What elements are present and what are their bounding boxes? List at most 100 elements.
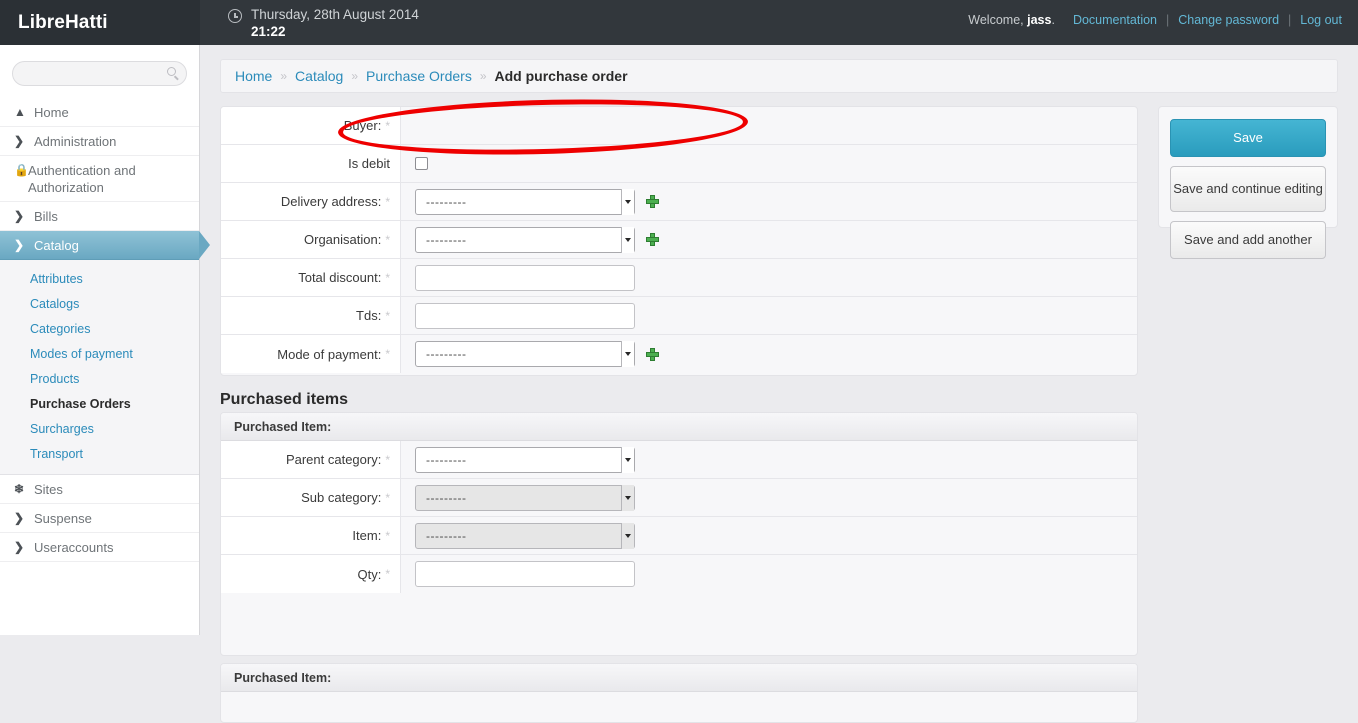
sidebar-item-catalog[interactable]: ❯ Catalog <box>0 231 210 260</box>
sub-category-select[interactable]: --------- <box>415 484 635 511</box>
required-marker: * <box>385 452 390 467</box>
logout-link[interactable]: Log out <box>1300 13 1342 27</box>
search-input[interactable] <box>13 62 186 85</box>
main-content: Home » Catalog » Purchase Orders » Add p… <box>200 45 1358 723</box>
form-row-total-discount: Total discount: * <box>221 259 1137 297</box>
search-box[interactable] <box>12 61 187 86</box>
form-row-tds: Tds: * <box>221 297 1137 335</box>
sidebar-subitem-products[interactable]: Products <box>0 366 199 391</box>
breadcrumb-item-home[interactable]: Home <box>235 68 272 84</box>
sidebar-subnav-catalog: Attributes Catalogs Categories Modes of … <box>0 260 199 475</box>
form-row-delivery-address: Delivery address: * --------- <box>221 183 1137 221</box>
field-label: Total discount: * <box>221 259 401 296</box>
top-bar: LibreHatti Thursday, 28th August 2014 21… <box>0 0 1358 45</box>
select-value: --------- <box>426 194 467 209</box>
save-and-add-another-button[interactable]: Save and add another <box>1170 221 1326 259</box>
form-row-item: Item: * --------- <box>221 517 1137 555</box>
total-discount-input[interactable] <box>415 264 635 291</box>
required-marker: * <box>385 490 390 505</box>
sidebar-item-label: Catalog <box>34 237 79 253</box>
sidebar-subitem-modes-of-payment[interactable]: Modes of payment <box>0 341 199 366</box>
organisation-select[interactable]: --------- <box>415 226 635 253</box>
parent-category-label: Parent category: <box>285 452 382 467</box>
buyer-label: Buyer: <box>343 118 382 133</box>
chevron-down-icon <box>621 446 634 473</box>
item-field: --------- <box>401 517 1137 554</box>
required-marker: * <box>385 308 390 323</box>
sidebar-subitem-label: Transport <box>30 446 84 461</box>
field-label: Is debit <box>221 145 401 182</box>
save-and-continue-editing-button[interactable]: Save and continue editing <box>1170 166 1326 212</box>
sidebar-item-useraccounts[interactable]: ❯ Useraccounts <box>0 533 199 562</box>
select-value: --------- <box>426 528 467 543</box>
breadcrumb-separator: » <box>351 69 358 83</box>
total-discount-field <box>401 259 1137 296</box>
is-debit-checkbox[interactable] <box>415 157 428 170</box>
chevron-down-icon <box>621 522 634 549</box>
breadcrumb-item-current: Add purchase order <box>494 68 628 84</box>
select-value: --------- <box>426 490 467 505</box>
field-label: Sub category: * <box>221 479 401 516</box>
chevron-down-icon <box>621 341 634 367</box>
sidebar: ▲ Home ❯ Administration 🔒 Authentication… <box>0 45 210 635</box>
save-button[interactable]: Save <box>1170 119 1326 157</box>
qty-label: Qty: <box>357 566 382 582</box>
qty-field <box>401 555 1137 593</box>
select-value: --------- <box>426 347 467 361</box>
documentation-link[interactable]: Documentation <box>1073 13 1157 27</box>
sidebar-subitem-transport[interactable]: Transport <box>0 441 199 466</box>
sidebar-item-home[interactable]: ▲ Home <box>0 98 199 127</box>
add-organisation-icon[interactable] <box>646 233 659 246</box>
organisation-field: --------- <box>401 221 1137 258</box>
sidebar-subitem-surcharges[interactable]: Surcharges <box>0 416 199 441</box>
field-label: Buyer: * <box>221 107 401 144</box>
sidebar-item-suspense[interactable]: ❯ Suspense <box>0 504 199 533</box>
sidebar-subitem-label: Modes of payment <box>30 346 133 361</box>
sidebar-item-sites[interactable]: ❄ Sites <box>0 475 199 504</box>
purchase-order-form: Buyer: * Is debit Delivery address: * --… <box>220 106 1138 376</box>
header-user-tools: Welcome, jass. Documentation | Change pa… <box>968 13 1342 27</box>
sidebar-subitem-catalogs[interactable]: Catalogs <box>0 291 199 316</box>
breadcrumb-separator: » <box>280 69 288 83</box>
purchased-items-heading: Purchased items <box>220 391 349 408</box>
add-mode-of-payment-icon[interactable] <box>646 347 659 361</box>
sidebar-subitem-label: Purchase Orders <box>30 396 131 411</box>
required-marker: * <box>385 194 390 209</box>
change-password-link[interactable]: Change password <box>1178 13 1279 27</box>
item-label: Item: <box>352 528 382 543</box>
sidebar-item-bills[interactable]: ❯ Bills <box>0 202 199 231</box>
mode-of-payment-select[interactable]: --------- <box>415 341 635 367</box>
add-delivery-address-icon[interactable] <box>646 195 659 208</box>
sidebar-item-administration[interactable]: ❯ Administration <box>0 127 199 156</box>
delivery-address-field: --------- <box>401 183 1137 220</box>
sidebar-search-wrapper <box>0 45 199 98</box>
field-label: Parent category: * <box>221 441 401 478</box>
parent-category-select[interactable]: --------- <box>415 446 635 473</box>
organisation-label: Organisation: <box>304 232 382 247</box>
is-debit-field <box>401 145 1137 182</box>
brand-logo[interactable]: LibreHatti <box>0 0 200 45</box>
buyer-field[interactable] <box>401 107 1137 144</box>
breadcrumb-item-purchase-orders[interactable]: Purchase Orders <box>366 68 472 84</box>
leaf-icon: ❄ <box>14 482 25 496</box>
breadcrumb-item-catalog[interactable]: Catalog <box>295 68 343 84</box>
clock-icon <box>228 9 242 23</box>
form-row-organisation: Organisation: * --------- <box>221 221 1137 259</box>
tds-input[interactable] <box>415 302 635 329</box>
qty-input[interactable] <box>415 561 635 587</box>
field-label: Qty: * <box>221 555 401 593</box>
sidebar-subitem-attributes[interactable]: Attributes <box>0 266 199 291</box>
chevron-right-icon: ❯ <box>14 209 25 223</box>
delivery-address-label: Delivery address: <box>280 194 382 209</box>
chevron-right-icon: ❯ <box>14 134 25 148</box>
delivery-address-select[interactable]: --------- <box>415 188 635 215</box>
field-label: Delivery address: * <box>221 183 401 220</box>
sub-category-field: --------- <box>401 479 1137 516</box>
required-marker: * <box>385 270 390 285</box>
sidebar-subitem-categories[interactable]: Categories <box>0 316 199 341</box>
chevron-down-icon <box>621 484 634 511</box>
sidebar-subitem-purchase-orders[interactable]: Purchase Orders <box>0 391 199 416</box>
item-select[interactable]: --------- <box>415 522 635 549</box>
select-value: --------- <box>426 452 467 467</box>
sidebar-item-authentication-and-authorization[interactable]: 🔒 Authentication and Authorization <box>0 156 199 202</box>
